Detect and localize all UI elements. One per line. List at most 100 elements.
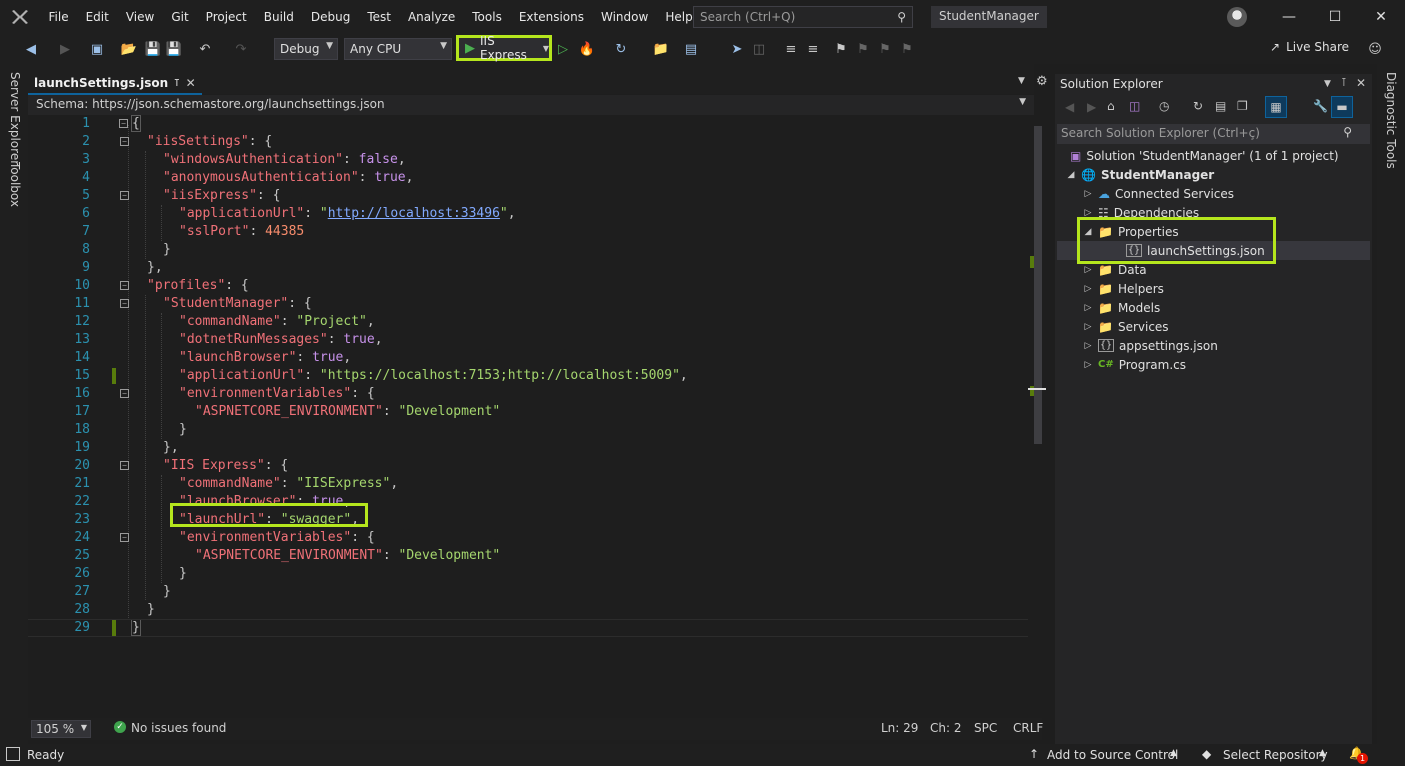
tree-connected-services[interactable]: ▷ ☁ Connected Services — [1083, 184, 1235, 203]
collapse-icon[interactable]: − — [120, 299, 129, 308]
bookmark-clear-icon[interactable]: ⚑ — [898, 40, 916, 58]
collapsed-icon[interactable]: ▷ — [1083, 208, 1093, 218]
layout-icon[interactable]: ◫ — [750, 40, 768, 58]
menu-debug[interactable]: Debug — [302, 0, 358, 34]
save-icon[interactable]: 💾 — [144, 40, 162, 58]
collapsed-icon[interactable]: ▷ — [1083, 360, 1093, 370]
tree-solution[interactable]: ▣ Solution 'StudentManager' (1 of 1 proj… — [1070, 146, 1339, 165]
tree-program[interactable]: ▷ C# Program.cs — [1083, 355, 1186, 374]
collapse-icon[interactable]: − — [120, 137, 129, 146]
platform-select[interactable]: Any CPU ▼ — [344, 38, 452, 60]
outdent-icon[interactable]: ≡ — [804, 40, 822, 58]
bookmark-icon[interactable]: ⚑ — [832, 40, 850, 58]
save-all-icon[interactable]: 💾 — [165, 40, 183, 58]
collapsed-icon[interactable]: ▷ — [1083, 284, 1093, 294]
issues-status[interactable]: No issues found — [131, 721, 226, 735]
tree-models[interactable]: ▷ 📁 Models — [1083, 298, 1161, 317]
back-icon[interactable]: ◀ — [1065, 100, 1074, 114]
collapse-icon[interactable]: − — [120, 461, 129, 470]
menu-build[interactable]: Build — [255, 0, 302, 34]
undo-icon[interactable]: ↶ — [196, 40, 214, 58]
output-icon[interactable] — [6, 747, 20, 761]
chevron-down-icon[interactable]: ▼ — [1019, 97, 1026, 107]
tree-appsettings[interactable]: ▷ {} appsettings.json — [1083, 336, 1218, 355]
maximize-icon[interactable]: ☐ — [1312, 0, 1358, 34]
avatar[interactable] — [1227, 7, 1247, 27]
schema-url[interactable]: https://json.schemastore.org/launchsetti… — [92, 97, 384, 111]
pin-icon[interactable]: ⊺ — [1341, 76, 1347, 89]
scrollbar-thumb[interactable] — [1034, 126, 1042, 444]
chevron-down-icon[interactable]: ▼ — [1324, 79, 1331, 89]
diagnostic-tools-tab[interactable]: Diagnostic Tools — [1384, 72, 1398, 169]
tab-launch-settings[interactable]: launchSettings.json ⊺ ✕ — [28, 73, 202, 95]
collapsed-icon[interactable]: ▷ — [1083, 189, 1093, 199]
minimize-icon[interactable]: — — [1266, 0, 1312, 34]
search-input[interactable]: Search (Ctrl+Q) ⚲ — [693, 6, 913, 28]
tab-overflow-icon[interactable]: ▼ — [1018, 76, 1025, 86]
live-share-button[interactable]: ↗ Live Share — [1270, 40, 1349, 54]
menu-window[interactable]: Window — [593, 0, 657, 34]
collapse-icon[interactable]: − — [120, 281, 129, 290]
collapsed-icon[interactable]: ▷ — [1083, 265, 1093, 275]
collapse-icon[interactable]: − — [119, 119, 128, 128]
menu-project[interactable]: Project — [197, 0, 255, 34]
configuration-select[interactable]: Debug ▼ — [274, 38, 338, 60]
pending-changes-icon[interactable]: ◷ — [1159, 99, 1169, 113]
show-all-files-icon[interactable]: ❐ — [1237, 99, 1248, 113]
collapsed-icon[interactable]: ▷ — [1083, 303, 1093, 313]
close-window-icon[interactable]: ✕ — [1358, 0, 1404, 34]
settings-gear-icon[interactable]: ⚙ — [1036, 74, 1048, 89]
menu-test[interactable]: Test — [359, 0, 400, 34]
menu-analyze[interactable]: Analyze — [399, 0, 463, 34]
filter-icon[interactable]: ▦ — [1265, 96, 1287, 118]
collapse-all-icon[interactable]: ▤ — [1215, 99, 1226, 113]
switch-views-icon[interactable]: ◫ — [1129, 99, 1140, 113]
line-indicator[interactable]: Ln: 29 — [881, 721, 918, 735]
refresh-icon[interactable]: ↻ — [612, 40, 630, 58]
menu-edit[interactable]: Edit — [77, 0, 117, 34]
pin-icon[interactable]: ⊺ — [174, 78, 179, 89]
window-icon[interactable]: ▤ — [682, 40, 700, 58]
tree-project[interactable]: ◢ 🌐 StudentManager — [1066, 165, 1215, 184]
tree-services[interactable]: ▷ 📁 Services — [1083, 317, 1169, 336]
hot-reload-icon[interactable]: 🔥 — [578, 40, 596, 58]
back-icon[interactable]: ◀ — [22, 40, 40, 58]
col-indicator[interactable]: Ch: 2 — [930, 721, 961, 735]
line-ending-indicator[interactable]: CRLF — [1013, 721, 1043, 735]
code-editor[interactable]: 1−{ 2− "iisSettings": { 3 "windowsAuthenti… — [28, 115, 1028, 718]
expanded-icon[interactable]: ◢ — [1066, 170, 1076, 180]
server-explorer-tab[interactable]: Server Explorer — [8, 72, 22, 165]
collapse-icon[interactable]: − — [120, 389, 129, 398]
solution-search-input[interactable]: Search Solution Explorer (Ctrl+ç) ⚲ — [1057, 124, 1370, 144]
run-without-debug-icon[interactable]: ▷ — [554, 40, 572, 58]
toolbox-tab[interactable]: Toolbox — [8, 162, 22, 207]
menu-tools[interactable]: Tools — [464, 0, 511, 34]
properties-wrench-icon[interactable]: 🔧 — [1313, 99, 1328, 113]
cursor-icon[interactable]: ➤ — [728, 40, 746, 58]
collapse-icon[interactable]: − — [120, 191, 129, 200]
collapsed-icon[interactable]: ▷ — [1083, 322, 1093, 332]
zoom-select[interactable]: 105 % ▼ — [31, 720, 91, 738]
collapsed-icon[interactable]: ▷ — [1083, 341, 1093, 351]
home-icon[interactable]: ⌂ — [1107, 99, 1115, 113]
select-repository-button[interactable]: Select Repository — [1223, 748, 1328, 762]
menu-file[interactable]: File — [40, 0, 77, 34]
menu-view[interactable]: View — [117, 0, 162, 34]
forward-icon[interactable]: ▶ — [56, 40, 74, 58]
new-item-icon[interactable]: ▣ — [88, 40, 106, 58]
folder-icon[interactable]: 📁 — [652, 40, 670, 58]
menu-git[interactable]: Git — [163, 0, 197, 34]
whitespace-indicator[interactable]: SPC — [974, 721, 997, 735]
tree-helpers[interactable]: ▷ 📁 Helpers — [1083, 279, 1164, 298]
indent-icon[interactable]: ≡ — [782, 40, 800, 58]
run-iis-express-button[interactable]: ▶ IIS Express ▼ — [456, 34, 552, 62]
close-panel-icon[interactable]: ✕ — [1356, 76, 1366, 90]
open-folder-icon[interactable]: 📂 — [120, 40, 138, 58]
visual-studio-logo-icon[interactable] — [0, 0, 40, 34]
add-source-control-button[interactable]: Add to Source Control — [1047, 748, 1178, 762]
menu-extensions[interactable]: Extensions — [510, 0, 592, 34]
bookmark-next-icon[interactable]: ⚑ — [876, 40, 894, 58]
bookmark-prev-icon[interactable]: ⚑ — [854, 40, 872, 58]
collapse-icon[interactable]: − — [120, 533, 129, 542]
sync-icon[interactable]: ↻ — [1193, 99, 1203, 113]
